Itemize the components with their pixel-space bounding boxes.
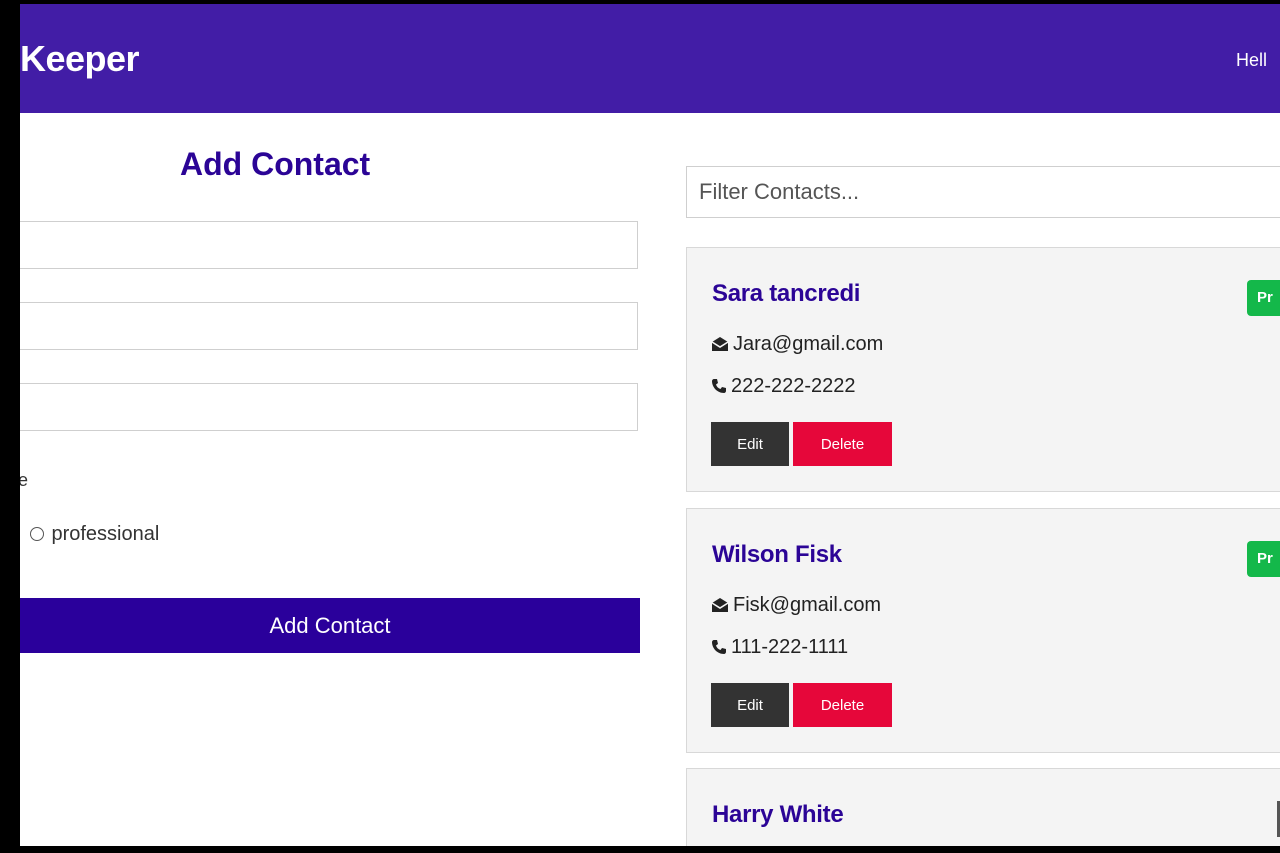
brand-logo[interactable]: Keeper xyxy=(20,37,140,81)
contact-type-label: e xyxy=(20,470,29,490)
phone-field[interactable] xyxy=(20,383,638,431)
envelope-open-icon xyxy=(711,598,729,612)
contact-phone: 111-222-1111 xyxy=(711,635,848,659)
delete-button[interactable]: Delete xyxy=(793,683,892,727)
contact-card: Harry White xyxy=(686,768,1280,846)
name-field[interactable] xyxy=(20,221,638,269)
contact-type-badge: Pr xyxy=(1247,541,1280,577)
envelope-open-icon xyxy=(711,337,729,351)
contact-type-radio-group: l professional xyxy=(20,522,159,546)
contact-phone-text: 111-222-1111 xyxy=(731,636,849,658)
contact-email-text: Fisk@gmail.com xyxy=(733,594,882,616)
contact-card: Sara tancredi Pr Jara@gmail.com 222-222-… xyxy=(686,247,1280,492)
email-field[interactable] xyxy=(20,302,638,350)
edit-button[interactable]: Edit xyxy=(711,422,789,466)
contact-email: Fisk@gmail.com xyxy=(711,593,881,617)
contact-name: Harry White xyxy=(712,801,844,828)
browser-viewport: Keeper Hell Add Contact e l professional… xyxy=(20,4,1280,846)
contact-phone: 222-222-2222 xyxy=(711,374,856,398)
navbar: Keeper Hell xyxy=(20,4,1280,113)
form-title: Add Contact xyxy=(180,146,371,182)
filter-contacts-input[interactable] xyxy=(686,166,1280,218)
phone-icon xyxy=(712,640,726,654)
user-greeting: Hell xyxy=(1236,50,1268,70)
contact-name: Wilson Fisk xyxy=(712,541,842,568)
radio-professional[interactable] xyxy=(30,527,45,541)
contact-email-text: Jara@gmail.com xyxy=(733,333,884,355)
contact-type-badge: Pr xyxy=(1247,280,1280,316)
edit-button[interactable]: Edit xyxy=(711,683,789,727)
delete-button[interactable]: Delete xyxy=(793,422,892,466)
contact-card: Wilson Fisk Pr Fisk@gmail.com 111-222-11… xyxy=(686,508,1280,753)
phone-icon xyxy=(712,379,726,393)
add-contact-button[interactable]: Add Contact xyxy=(20,598,640,653)
radio-professional-label[interactable]: professional xyxy=(51,522,159,546)
contact-phone-text: 222-222-2222 xyxy=(731,375,856,397)
contact-email: Jara@gmail.com xyxy=(711,332,883,356)
contact-name: Sara tancredi xyxy=(712,280,861,307)
